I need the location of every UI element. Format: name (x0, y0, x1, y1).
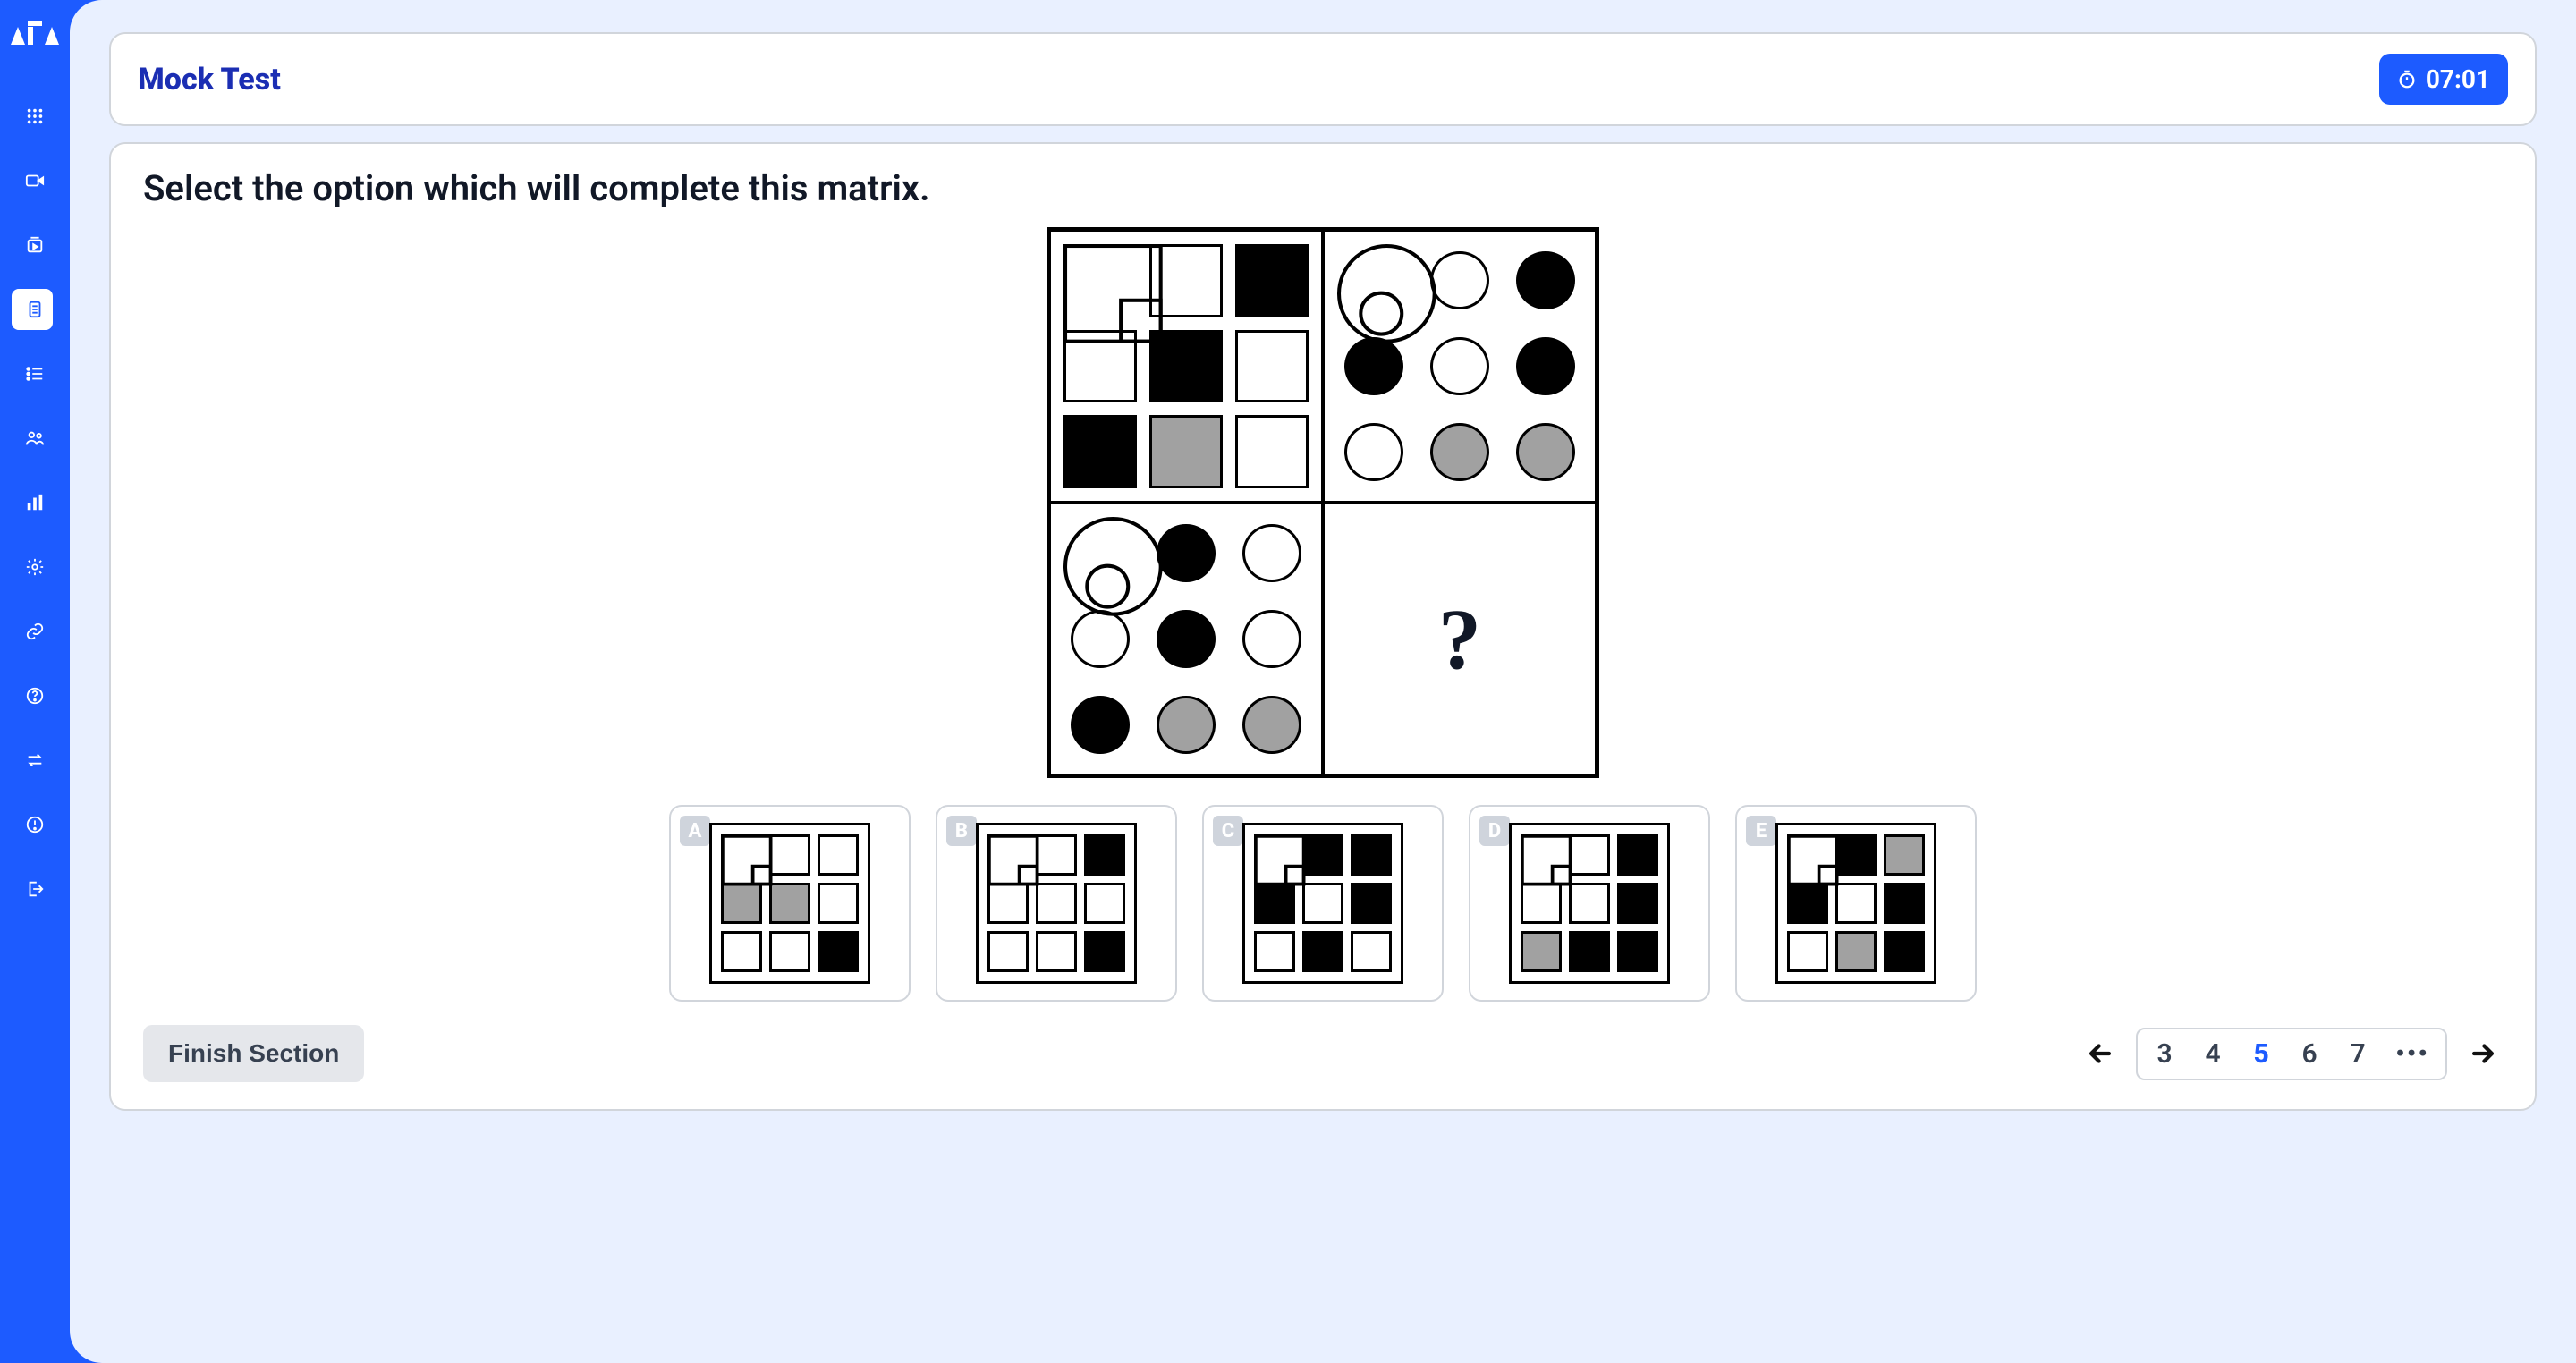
question-prompt: Select the option which will complete th… (143, 167, 2503, 209)
nav-bar-chart-icon[interactable] (14, 482, 55, 523)
answer-option-b[interactable]: B (936, 805, 1177, 1002)
nav-video-icon[interactable] (14, 160, 55, 201)
question-card: Select the option which will complete th… (109, 142, 2537, 1111)
sidebar (0, 0, 70, 1363)
matrix-cell-bottom-left (1049, 503, 1323, 775)
nav-play-library-icon[interactable] (14, 224, 55, 266)
main-area: Mock Test 07:01 Select the option which … (70, 0, 2576, 1363)
option-figure (1775, 823, 1936, 984)
nav-alert-icon[interactable] (14, 804, 55, 845)
option-figure (1509, 823, 1670, 984)
nav-users-icon[interactable] (14, 418, 55, 459)
answer-option-c[interactable]: C (1202, 805, 1444, 1002)
answer-option-e[interactable]: E (1735, 805, 1977, 1002)
page-title: Mock Test (138, 62, 281, 97)
option-badge: A (680, 816, 710, 846)
option-badge: D (1479, 816, 1510, 846)
page-number[interactable]: 4 (2202, 1038, 2224, 1070)
option-badge: B (946, 816, 977, 846)
page-number[interactable]: 5 (2250, 1038, 2272, 1070)
top-bar: Mock Test 07:01 (109, 32, 2537, 126)
matrix-cell-top-left (1049, 230, 1323, 503)
answer-options: A B C D E (143, 805, 2503, 1002)
page-number[interactable]: 3 (2154, 1038, 2175, 1070)
option-figure (1242, 823, 1403, 984)
page-ellipsis: ••• (2395, 1038, 2429, 1070)
option-badge: E (1746, 816, 1776, 846)
page-number[interactable]: 6 (2299, 1038, 2320, 1070)
option-figure (976, 823, 1137, 984)
matrix-cell-missing: ? (1323, 503, 1597, 775)
option-badge: C (1213, 816, 1243, 846)
countdown-timer: 07:01 (2379, 54, 2508, 105)
stopwatch-icon (2397, 70, 2417, 89)
nav-list-icon[interactable] (14, 353, 55, 394)
answer-option-a[interactable]: A (669, 805, 911, 1002)
nav-link-icon[interactable] (14, 611, 55, 652)
question-footer: Finish Section 34567 ••• (143, 1025, 2503, 1082)
nav-gear-icon[interactable] (14, 546, 55, 588)
nav-swap-icon[interactable] (14, 740, 55, 781)
nav-help-icon[interactable] (14, 675, 55, 716)
page-number[interactable]: 7 (2347, 1038, 2368, 1070)
timer-value: 07:01 (2426, 64, 2490, 94)
atom-logo-icon (11, 21, 59, 47)
option-figure (709, 823, 870, 984)
page-number-list: 34567 ••• (2136, 1028, 2447, 1080)
finish-section-button[interactable]: Finish Section (143, 1025, 364, 1082)
question-pager: 34567 ••• (2080, 1028, 2503, 1080)
nav-document-icon[interactable] (12, 289, 53, 330)
arrow-left-icon (2085, 1038, 2115, 1069)
question-matrix: ? (1046, 227, 1599, 778)
matrix-cell-top-right (1323, 230, 1597, 503)
pager-next-button[interactable] (2463, 1034, 2503, 1073)
nav-logout-icon[interactable] (14, 868, 55, 910)
nav-grid-icon[interactable] (14, 96, 55, 137)
brand-logo (11, 21, 59, 53)
pager-prev-button[interactable] (2080, 1034, 2120, 1073)
arrow-right-icon (2468, 1038, 2498, 1069)
answer-option-d[interactable]: D (1469, 805, 1710, 1002)
